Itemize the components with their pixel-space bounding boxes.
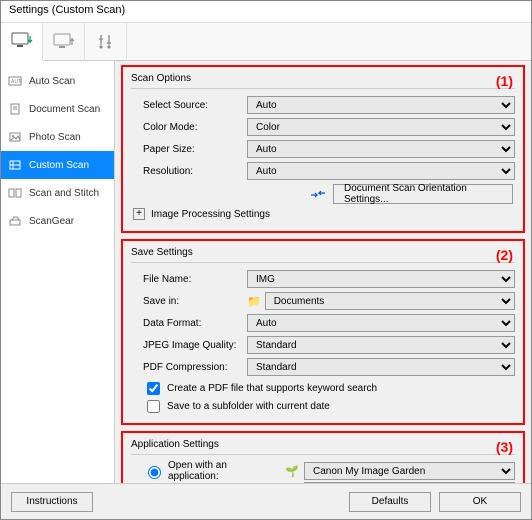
custom-icon xyxy=(7,157,23,173)
file-name-label: File Name: xyxy=(131,274,247,285)
sidebar-item-document-scan[interactable]: Document Scan xyxy=(1,95,114,123)
save-in-label: Save in: xyxy=(131,296,247,307)
color-mode-label: Color Mode: xyxy=(131,122,247,133)
defaults-button[interactable]: Defaults xyxy=(349,492,431,512)
jpeg-quality-dropdown[interactable]: Standard xyxy=(247,336,515,354)
auto-icon: AUTO xyxy=(7,73,23,89)
jpeg-quality-label: JPEG Image Quality: xyxy=(131,340,247,351)
annotation-box-3: (3) Application Settings Open with an ap… xyxy=(121,431,525,483)
data-format-label: Data Format: xyxy=(131,318,247,329)
plus-icon: + xyxy=(133,208,145,220)
folder-icon: 📁 xyxy=(247,295,261,308)
pdf-keyword-label: Create a PDF file that supports keyword … xyxy=(167,383,377,394)
pdf-compression-label: PDF Compression: xyxy=(131,362,247,373)
scangear-icon xyxy=(7,213,23,229)
paper-size-label: Paper Size: xyxy=(131,144,247,155)
window-title: Settings (Custom Scan) xyxy=(9,4,125,16)
tools-icon xyxy=(97,33,115,51)
annotation-box-2: (2) Save Settings File Name:IMG Save in:… xyxy=(121,239,525,425)
resolution-dropdown[interactable]: Auto xyxy=(247,162,515,180)
annotation-label-3: (3) xyxy=(496,439,513,455)
application-settings-title: Application Settings xyxy=(131,439,515,450)
top-toolbar xyxy=(1,23,531,61)
app-icon: 🌱 xyxy=(284,465,300,478)
select-source-label: Select Source: xyxy=(131,100,247,111)
tab-preferences[interactable] xyxy=(85,23,127,61)
subfolder-date-label: Save to a subfolder with current date xyxy=(167,401,330,412)
settings-window: Settings (Custom Scan) AUTOAuto Scan Doc… xyxy=(0,0,532,520)
swap-orientation-icon[interactable] xyxy=(309,187,327,201)
pdf-keyword-checkbox[interactable] xyxy=(147,382,160,395)
annotation-label-2: (2) xyxy=(496,247,513,263)
save-settings-title: Save Settings xyxy=(131,247,515,258)
instructions-button[interactable]: Instructions xyxy=(11,492,93,512)
title-bar: Settings (Custom Scan) xyxy=(1,1,531,23)
photo-icon xyxy=(7,129,23,145)
divider xyxy=(131,88,515,89)
sidebar-item-auto-scan[interactable]: AUTOAuto Scan xyxy=(1,67,114,95)
file-name-dropdown[interactable]: IMG xyxy=(247,270,515,288)
subfolder-date-checkbox[interactable] xyxy=(147,400,160,413)
tab-scan-from-device[interactable] xyxy=(43,23,85,61)
open-with-label: Open with an application: xyxy=(168,460,280,482)
sidebar-item-photo-scan[interactable]: Photo Scan xyxy=(1,123,114,151)
divider xyxy=(131,262,515,263)
footer: Instructions Defaults OK xyxy=(1,483,531,519)
ok-button[interactable]: OK xyxy=(439,492,521,512)
tab-scan-from-computer[interactable] xyxy=(1,23,43,61)
select-source-dropdown[interactable]: Auto xyxy=(247,96,515,114)
send-app-dropdown[interactable]: Preview xyxy=(304,482,515,483)
resolution-label: Resolution: xyxy=(131,166,247,177)
annotation-label-1: (1) xyxy=(496,73,513,89)
open-with-dropdown[interactable]: Canon My Image Garden xyxy=(304,462,515,480)
open-with-radio[interactable] xyxy=(148,466,161,479)
sidebar-item-scan-and-stitch[interactable]: Scan and Stitch xyxy=(1,179,114,207)
orientation-settings-button[interactable]: Document Scan Orientation Settings... xyxy=(333,184,513,204)
document-icon xyxy=(7,101,23,117)
main-panel: (1) Scan Options Select Source:Auto Colo… xyxy=(115,61,531,483)
stitch-icon xyxy=(7,185,23,201)
divider xyxy=(131,454,515,455)
monitor-down-icon xyxy=(11,32,33,50)
color-mode-dropdown[interactable]: Color xyxy=(247,118,515,136)
annotation-box-1: (1) Scan Options Select Source:Auto Colo… xyxy=(121,65,525,233)
monitor-up-icon xyxy=(53,33,75,51)
pdf-compression-dropdown[interactable]: Standard xyxy=(247,358,515,376)
paper-size-dropdown[interactable]: Auto xyxy=(247,140,515,158)
sidebar-item-scangear[interactable]: ScanGear xyxy=(1,207,114,235)
sidebar: AUTOAuto Scan Document Scan Photo Scan C… xyxy=(1,61,115,483)
svg-text:AUTO: AUTO xyxy=(11,79,22,85)
scan-options-title: Scan Options xyxy=(131,73,515,84)
save-in-dropdown[interactable]: Documents xyxy=(265,292,515,310)
image-processing-expander[interactable]: +Image Processing Settings xyxy=(131,205,515,223)
sidebar-item-custom-scan[interactable]: Custom Scan xyxy=(1,151,114,179)
data-format-dropdown[interactable]: Auto xyxy=(247,314,515,332)
